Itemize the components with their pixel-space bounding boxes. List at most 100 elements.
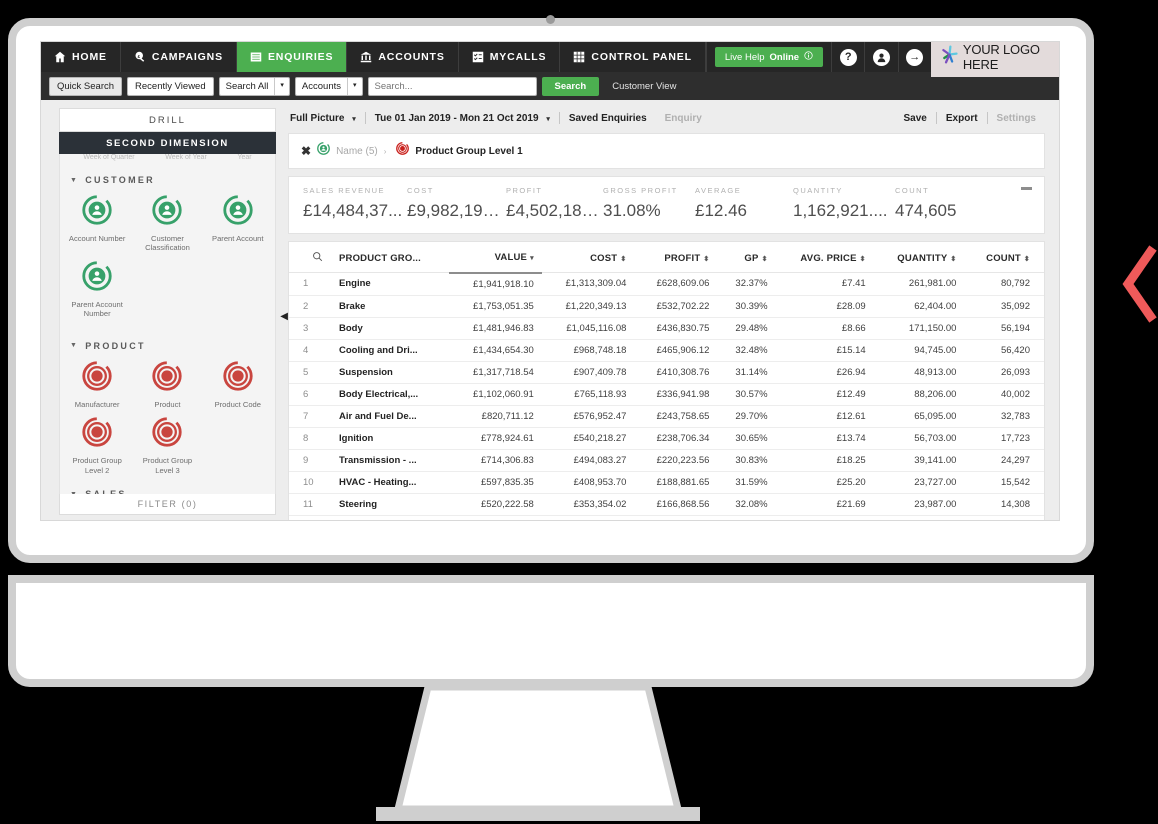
- home-icon: [54, 51, 66, 63]
- table-row[interactable]: 12Differential, Dr...£518,520.66£347,128…: [289, 515, 1044, 520]
- row-product-group[interactable]: Body Electrical,...: [331, 383, 450, 406]
- dimension-tile-manufacturer[interactable]: Manufacturer: [62, 361, 132, 409]
- table-row[interactable]: 10 HVAC - Heating... £597,835.35 £408,953.7…: [289, 471, 1044, 494]
- column-label: COST: [590, 252, 618, 264]
- nav-item-home[interactable]: HOME: [41, 42, 121, 72]
- tile-label: Product Group Level 3: [142, 456, 193, 475]
- dimension-tile-product[interactable]: Product: [132, 361, 202, 409]
- quick-search-button[interactable]: Quick Search: [49, 76, 123, 96]
- full-picture-label: Full Picture: [290, 112, 345, 124]
- tile-label: Product: [154, 399, 181, 409]
- export-button[interactable]: Export: [937, 113, 987, 124]
- row-product-group[interactable]: Steering: [331, 493, 450, 516]
- table-row[interactable]: 8 Ignition £778,924.61 £540,218.27 £238,706.…: [289, 427, 1044, 450]
- dimension-sidebar: DRILL SECOND DIMENSION Week of Quarter W…: [41, 100, 288, 520]
- table-header: PRODUCT GRO... VALUE ▾ COST ⬍ PROFIT ⬍ G…: [289, 242, 1044, 274]
- search-input[interactable]: [367, 76, 537, 96]
- dimension-tile-product-group-level-2[interactable]: Product Group Level 2: [62, 417, 132, 475]
- calls-icon: [472, 51, 484, 63]
- row-qty: 88,206.00: [873, 383, 965, 406]
- nav-item-control-panel[interactable]: CONTROL PANEL: [560, 42, 706, 72]
- row-product-group[interactable]: Cooling and Dri...: [331, 339, 450, 362]
- save-button[interactable]: Save: [902, 113, 936, 124]
- full-picture-dropdown[interactable]: Full Picture ▾: [288, 113, 365, 124]
- nav-item-enquiries[interactable]: ENQUIRIES: [236, 42, 348, 72]
- red-ring-icon: [132, 417, 202, 452]
- group-header-customer[interactable]: ▼ CUSTOMER: [60, 161, 275, 189]
- dimension-tile-product-group-level-3[interactable]: Product Group Level 3: [132, 417, 202, 475]
- table-row[interactable]: 4 Cooling and Dri... £1,434,654.30 £968,748…: [289, 339, 1044, 362]
- row-count: 14,151: [964, 515, 1044, 520]
- logout-button[interactable]: →: [897, 42, 931, 72]
- column-header-count[interactable]: COUNT ⬍: [964, 242, 1044, 273]
- settings-button[interactable]: Settings: [988, 113, 1045, 124]
- nav-item-campaigns[interactable]: £ CAMPAIGNS: [121, 42, 237, 72]
- table-row[interactable]: 5 Suspension £1,317,718.54 £907,409.78 £410,…: [289, 361, 1044, 384]
- kpi-cost: COST £9,982,193...: [407, 186, 506, 221]
- row-qty: 39,141.00: [873, 449, 965, 472]
- search-button[interactable]: Search: [541, 76, 600, 96]
- table-row[interactable]: 7 Air and Fuel De... £820,711.12 £576,952.4…: [289, 405, 1044, 428]
- column-header-gp[interactable]: GP ⬍: [717, 242, 776, 273]
- nav-item-accounts[interactable]: ACCOUNTS: [347, 42, 459, 72]
- kpi-collapse-button[interactable]: [1021, 187, 1032, 190]
- sidebar-collapse-toggle[interactable]: ◀: [280, 312, 288, 322]
- row-product-group[interactable]: Differential, Dr...: [331, 515, 450, 520]
- row-value: £714,306.83: [449, 449, 542, 472]
- sort-both-icon: ⬍: [859, 255, 866, 263]
- group-header-sales[interactable]: ▼ SALES: [60, 483, 275, 494]
- dimension-tile-customer-classification[interactable]: Customer Classification: [132, 195, 202, 253]
- column-header-value[interactable]: VALUE ▾: [449, 242, 542, 274]
- row-qty: 65,095.00: [873, 405, 965, 428]
- column-header-avg-price[interactable]: AVG. PRICE ⬍: [775, 242, 874, 273]
- user-account-button[interactable]: [864, 42, 897, 72]
- row-avg: £13.74: [775, 427, 874, 450]
- column-label: AVG. PRICE: [800, 252, 857, 264]
- search-scope-dropdown[interactable]: Search All ▾: [218, 76, 290, 96]
- tab-second-dimension[interactable]: SECOND DIMENSION: [59, 132, 276, 154]
- column-header-cost[interactable]: COST ⬍: [541, 242, 635, 273]
- row-product-group[interactable]: Brake: [331, 295, 450, 318]
- row-product-group[interactable]: Ignition: [331, 427, 450, 450]
- row-product-group[interactable]: Suspension: [331, 361, 450, 384]
- table-row[interactable]: 9 Transmission - ... £714,306.83 £494,083.2…: [289, 449, 1044, 472]
- dimension-tile-product-code[interactable]: Product Code: [203, 361, 273, 409]
- column-search-toggle[interactable]: [289, 242, 331, 273]
- row-product-group[interactable]: HVAC - Heating...: [331, 471, 450, 494]
- live-help-button[interactable]: Live Help Online: [714, 47, 824, 67]
- customer-view-link[interactable]: Customer View: [612, 81, 676, 92]
- row-product-group[interactable]: Engine: [331, 272, 450, 296]
- close-icon[interactable]: ✖: [301, 144, 311, 158]
- group-header-product[interactable]: ▼ PRODUCT: [60, 327, 275, 355]
- filter-bar[interactable]: FILTER (0): [59, 493, 276, 515]
- table-row[interactable]: 2 Brake £1,753,051.35 £1,220,349.13 £532,702…: [289, 295, 1044, 318]
- row-product-group[interactable]: Body: [331, 317, 450, 340]
- tab-drill[interactable]: DRILL: [60, 109, 275, 131]
- table-row[interactable]: 3 Body £1,481,946.83 £1,045,116.08 £436,830.…: [289, 317, 1044, 340]
- row-product-group[interactable]: Air and Fuel De...: [331, 405, 450, 428]
- nav-item-mycalls[interactable]: MYCALLS: [459, 42, 561, 72]
- recently-viewed-button[interactable]: Recently Viewed: [127, 76, 214, 96]
- column-header-quantity[interactable]: QUANTITY ⬍: [873, 242, 965, 273]
- row-profit: £336,941.98: [634, 383, 718, 406]
- row-qty: 171,150.00: [873, 317, 965, 340]
- dimension-tile-parent-account-number[interactable]: Parent Account Number: [62, 261, 132, 319]
- red-ring-icon: [62, 417, 132, 452]
- breadcrumb-item-name[interactable]: Name (5): [336, 146, 378, 157]
- table-row[interactable]: 11 Steering £520,222.58 £353,354.02 £166,868…: [289, 493, 1044, 516]
- table-row[interactable]: 1 Engine £1,941,918.10 £1,313,309.04 £628,60…: [289, 272, 1044, 296]
- saved-enquiries-button[interactable]: Saved Enquiries: [560, 113, 656, 124]
- row-product-group[interactable]: Transmission - ...: [331, 449, 450, 472]
- dimension-scroll-area[interactable]: Week of Quarter Week of Year Year ▼ CUST…: [59, 154, 276, 494]
- date-range-dropdown[interactable]: Tue 01 Jan 2019 - Mon 21 Oct 2019 ▾: [366, 113, 559, 124]
- help-button[interactable]: ?: [831, 42, 864, 72]
- column-header-profit[interactable]: PROFIT ⬍: [634, 242, 718, 273]
- column-header-product-group[interactable]: PRODUCT GRO...: [331, 242, 450, 273]
- dimension-tile-parent-account[interactable]: Parent Account: [203, 195, 273, 253]
- row-profit: £628,609.06: [634, 272, 718, 296]
- logo-box[interactable]: YOUR LOGO HERE: [930, 42, 1059, 77]
- dimension-tile-account-number[interactable]: Account Number: [62, 195, 132, 253]
- breadcrumb-item-current[interactable]: Product Group Level 1: [415, 146, 522, 157]
- search-entity-dropdown[interactable]: Accounts ▾: [294, 76, 363, 96]
- table-row[interactable]: 6 Body Electrical,... £1,102,060.91 £765,11…: [289, 383, 1044, 406]
